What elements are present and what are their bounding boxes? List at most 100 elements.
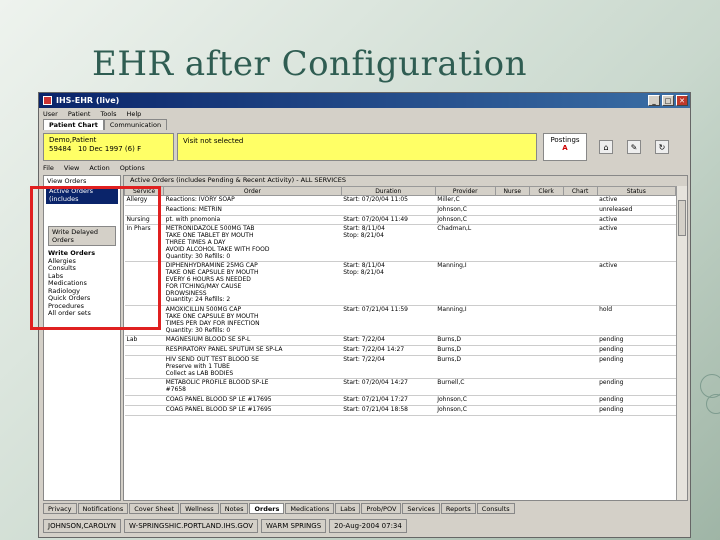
table-row[interactable]: RESPIRATORY PANEL SPUTUM SE SP-LA Start: …: [124, 345, 676, 356]
table-row[interactable]: DIPHENHYDRAMINE 25MG CAP TAKE ONE CAPSUL…: [124, 261, 676, 307]
col-provider[interactable]: Provider: [434, 186, 496, 196]
table-row[interactable]: COAG PANEL BLOOD SP LE #17695 Start: 07/2…: [124, 395, 676, 406]
scrollbar-thumb[interactable]: [678, 200, 686, 236]
tab-consults[interactable]: Consults: [476, 503, 515, 514]
cell-status: active: [597, 195, 676, 206]
home-icon[interactable]: ⌂: [599, 140, 613, 154]
tab-medications[interactable]: Medications: [285, 503, 335, 514]
col-nurse[interactable]: Nurse: [494, 186, 530, 196]
cell-clerk: [529, 215, 564, 226]
refresh-icon[interactable]: ↻: [655, 140, 669, 154]
visit-info[interactable]: Visit not selected: [177, 133, 537, 161]
tab-notes[interactable]: Notes: [219, 503, 249, 514]
cell-chart: [563, 305, 598, 337]
patient-sex: F: [137, 145, 142, 153]
col-duration[interactable]: Duration: [340, 186, 436, 196]
table-row[interactable]: METABOLIC PROFILE BLOOD SP-LE #7658 Start…: [124, 378, 676, 396]
cell-order: RESPIRATORY PANEL SPUTUM SE SP-LA: [163, 345, 342, 356]
orders-filter-label: Active Orders (includes Pending & Recent…: [124, 176, 687, 186]
cell-status: pending: [597, 405, 676, 416]
close-button[interactable]: ✕: [676, 95, 688, 106]
notes-icon[interactable]: ✎: [627, 140, 641, 154]
cell-provider: Johnson,C: [435, 405, 496, 416]
menu-tools[interactable]: Tools: [100, 110, 116, 118]
app-icon: [43, 96, 52, 105]
cell-order: Reactions: IVORY SOAP: [163, 195, 342, 206]
top-tabs: Patient Chart Communication: [39, 119, 690, 130]
cell-nurse: [495, 305, 530, 337]
tab-communication[interactable]: Communication: [103, 119, 168, 130]
cell-order: METRONIDAZOLE 500MG TAB TAKE ONE TABLET …: [163, 224, 342, 263]
window-titlebar[interactable]: IHS-EHR (live) _ □ ✕: [39, 93, 690, 108]
table-row[interactable]: Lab MAGNESIUM BLOOD SE SP-L Start: 7/22/04…: [124, 335, 676, 347]
cell-provider: Johnson,C: [435, 205, 496, 216]
cell-chart: [563, 395, 598, 406]
menu-view[interactable]: View: [64, 164, 79, 172]
cell-clerk: [529, 195, 564, 206]
cell-chart: [563, 405, 598, 416]
col-order[interactable]: Order: [163, 186, 342, 196]
col-clerk[interactable]: Clerk: [528, 186, 564, 196]
cell-chart: [563, 205, 598, 216]
tab-notifications[interactable]: Notifications: [77, 503, 129, 514]
cell-clerk: [529, 224, 564, 263]
status-datetime: 20-Aug-2004 07:34: [329, 519, 407, 533]
cell-chart: [563, 345, 598, 356]
cell-duration: Start: 07/21/04 17:27: [341, 395, 436, 406]
cell-status: unreleased: [597, 205, 676, 216]
table-row[interactable]: COAG PANEL BLOOD SP LE #17695 Start: 07/2…: [124, 405, 676, 416]
cell-nurse: [495, 355, 530, 380]
tab-prob-pov[interactable]: Prob/POV: [361, 503, 402, 514]
cell-status: pending: [597, 395, 676, 406]
table-row[interactable]: Reactions: METRIN Johnson,C unreleased: [124, 205, 676, 216]
cell-duration: Start: 07/20/04 14:27: [341, 378, 436, 396]
cell-duration: Start: 7/22/04 14:27: [341, 345, 436, 356]
menu-action[interactable]: Action: [89, 164, 109, 172]
cell-clerk: [529, 395, 564, 406]
maximize-button[interactable]: □: [662, 95, 674, 106]
table-row[interactable]: Nursing pt. with pnomonia Start: 07/20/04 …: [124, 215, 676, 226]
postings-button[interactable]: Postings A: [543, 133, 587, 161]
cell-service: [124, 405, 164, 416]
col-chart[interactable]: Chart: [562, 186, 598, 196]
menu-file[interactable]: File: [43, 164, 54, 172]
cell-provider: Burns,D: [435, 335, 496, 347]
cell-duration: Start: 07/20/04 11:49: [341, 215, 436, 226]
tab-wellness[interactable]: Wellness: [180, 503, 219, 514]
cell-order: pt. with pnomonia: [163, 215, 342, 226]
tab-orders[interactable]: Orders: [249, 503, 285, 514]
table-row[interactable]: HIV SEND OUT TEST BLOOD SE Preserve with…: [124, 355, 676, 380]
tab-patient-chart[interactable]: Patient Chart: [43, 119, 104, 130]
patient-bar: Demo,Patient 59484 10 Dec 1997 (6) F Vis…: [43, 133, 686, 161]
cell-nurse: [495, 224, 530, 263]
tab-labs[interactable]: Labs: [335, 503, 361, 514]
col-status[interactable]: Status: [596, 186, 677, 196]
cell-nurse: [495, 205, 530, 216]
cell-status: active: [597, 224, 676, 263]
minimize-button[interactable]: _: [648, 95, 660, 106]
cell-order: AMOXICILLIN 500MG CAP TAKE ONE CAPSULE B…: [163, 305, 342, 337]
table-row[interactable]: AMOXICILLIN 500MG CAP TAKE ONE CAPSULE B…: [124, 305, 676, 337]
cell-service: [124, 355, 164, 380]
menu-patient[interactable]: Patient: [68, 110, 91, 118]
tab-cover-sheet[interactable]: Cover Sheet: [129, 503, 180, 514]
menu-options[interactable]: Options: [120, 164, 145, 172]
patient-dob: 10 Dec 1997: [77, 145, 123, 153]
tab-privacy[interactable]: Privacy: [43, 503, 77, 514]
table-row[interactable]: Allergy Reactions: IVORY SOAP Start: 07/20…: [124, 195, 676, 206]
cell-provider: Manning,I: [435, 261, 496, 307]
cell-nurse: [495, 405, 530, 416]
cell-chart: [563, 378, 598, 396]
menu-help[interactable]: Help: [126, 110, 141, 118]
patient-name: Demo,Patient: [49, 136, 97, 144]
tab-services[interactable]: Services: [402, 503, 440, 514]
vertical-scrollbar[interactable]: [676, 186, 687, 500]
cell-status: active: [597, 261, 676, 307]
postings-alert: A: [562, 144, 568, 152]
tab-reports[interactable]: Reports: [440, 503, 476, 514]
cell-status: pending: [597, 335, 676, 347]
menu-user[interactable]: User: [43, 110, 58, 118]
table-row[interactable]: In Phars METRONIDAZOLE 500MG TAB TAKE ONE…: [124, 224, 676, 263]
patient-info[interactable]: Demo,Patient 59484 10 Dec 1997 (6) F: [43, 133, 174, 161]
cell-order: COAG PANEL BLOOD SP LE #17695: [163, 395, 342, 406]
